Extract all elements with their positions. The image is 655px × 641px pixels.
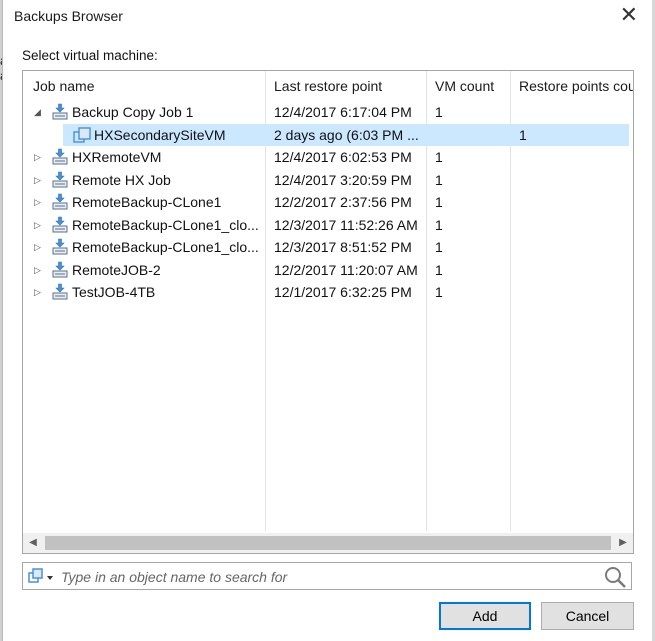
last-restore-point-cell: 12/2/2017 2:37:56 PM	[274, 194, 412, 210]
job-name-cell: RemoteBackup-CLone1_clo...	[72, 216, 259, 233]
job-icon	[51, 238, 69, 256]
vm-count-cell: 1	[435, 194, 443, 210]
expand-toggle-icon[interactable]: ▷	[34, 219, 44, 231]
search-icon[interactable]	[603, 565, 627, 589]
expand-toggle-icon[interactable]: ▷	[34, 196, 44, 208]
job-name-cell: RemoteJOB-2	[72, 261, 161, 278]
grid-header: Job name Last restore point VM count Res…	[23, 71, 633, 101]
last-restore-point-cell: 12/3/2017 11:52:26 AM	[274, 216, 418, 233]
tree-row[interactable]: ▷ TestJOB-4TB 12/1/2017 6:32:25 PM 1	[23, 281, 633, 303]
expand-toggle-icon[interactable]: ▷	[34, 241, 44, 253]
job-icon	[51, 216, 69, 234]
job-name-cell: HXRemoteVM	[72, 149, 162, 165]
tree-row[interactable]: ▷ HXRemoteVM 12/4/2017 6:02:53 PM 1	[23, 146, 633, 168]
tree-row[interactable]: ▷ Remote HX Job 12/4/2017 3:20:59 PM 1	[23, 169, 633, 191]
expand-toggle-icon[interactable]	[56, 129, 66, 141]
expand-toggle-icon[interactable]: ▷	[34, 151, 44, 163]
close-button[interactable]: ✕	[620, 4, 638, 26]
restore-points-count-cell: 1	[519, 126, 527, 143]
vm-count-cell: 1	[435, 104, 443, 120]
last-restore-point-cell: 12/3/2017 8:51:52 PM	[274, 239, 412, 255]
vm-tree-grid[interactable]: Job name Last restore point VM count Res…	[22, 70, 634, 554]
job-icon	[51, 283, 69, 301]
job-name-cell: RemoteBackup-CLone1_clo...	[72, 239, 259, 255]
vm-count-cell: 1	[435, 149, 443, 165]
vm-count-cell: 1	[435, 216, 443, 233]
vm-count-cell	[435, 124, 505, 146]
title-bar: Backups Browser ✕	[3, 0, 652, 34]
expand-toggle-icon[interactable]: ◢	[34, 106, 44, 118]
scrollbar-thumb[interactable]	[45, 536, 611, 550]
job-name-cell: RemoteBackup-CLone1	[72, 194, 222, 210]
vm-icon	[73, 126, 91, 144]
search-box	[22, 562, 632, 590]
job-name-cell: Backup Copy Job 1	[72, 104, 194, 120]
tree-row[interactable]: ▷ RemoteBackup-CLone1_clo... 12/3/2017 11:…	[23, 214, 633, 236]
last-restore-point-cell: 12/1/2017 6:32:25 PM	[274, 284, 412, 300]
tree-row[interactable]: ▷ RemoteBackup-CLone1 12/2/2017 2:37:56 PM…	[23, 191, 633, 213]
last-restore-point-cell: 12/4/2017 6:02:53 PM	[274, 149, 412, 165]
scroll-left-arrow-icon[interactable]: ◀	[23, 533, 43, 553]
job-name-cell: HXSecondarySiteVM	[94, 126, 226, 143]
vm-count-cell: 1	[435, 171, 443, 188]
expand-toggle-icon[interactable]: ▷	[34, 286, 44, 298]
expand-toggle-icon[interactable]: ▷	[34, 174, 44, 186]
column-header-last-restore-point[interactable]: Last restore point	[266, 71, 426, 101]
job-icon	[51, 261, 69, 279]
object-type-selector-icon[interactable]	[27, 567, 55, 587]
restore-points-count-cell	[519, 146, 629, 168]
add-button[interactable]: Add	[439, 602, 531, 630]
search-input[interactable]	[59, 566, 593, 588]
column-header-job-name[interactable]: Job name	[25, 71, 265, 101]
job-name-cell: TestJOB-4TB	[72, 284, 156, 300]
tree-row[interactable]: ▷ RemoteJOB-2 12/2/2017 11:20:07 AM 1	[23, 259, 633, 281]
expand-toggle-icon[interactable]: ▷	[34, 264, 44, 276]
backups-browser-dialog: Backups Browser ✕ Select virtual machine…	[2, 0, 653, 641]
last-restore-point-cell: 12/4/2017 3:20:59 PM	[274, 171, 412, 188]
tree-row[interactable]: HXSecondarySiteVM 2 days ago (6:03 PM ...…	[23, 123, 633, 146]
column-header-restore-points-count[interactable]: Restore points cou	[511, 71, 633, 101]
horizontal-scrollbar[interactable]: ◀ ▶	[23, 533, 633, 553]
tree-row[interactable]: ◢ Backup Copy Job 1 12/4/2017 6:17:04 PM 1	[23, 101, 633, 123]
job-icon	[51, 148, 69, 166]
scroll-right-arrow-icon[interactable]: ▶	[613, 533, 633, 553]
vm-count-cell: 1	[435, 284, 443, 300]
last-restore-point-cell: 2 days ago (6:03 PM ...	[274, 126, 419, 143]
restore-points-count-cell	[519, 281, 629, 303]
column-header-vm-count[interactable]: VM count	[427, 71, 510, 101]
cancel-button[interactable]: Cancel	[541, 602, 634, 630]
dialog-title: Backups Browser	[14, 8, 123, 24]
job-name-cell: Remote HX Job	[72, 171, 171, 188]
job-icon	[51, 193, 69, 211]
vm-count-cell: 1	[435, 239, 443, 255]
restore-points-count-cell	[519, 191, 629, 213]
vm-count-cell: 1	[435, 261, 443, 278]
restore-points-count-cell	[519, 169, 629, 191]
job-icon	[51, 171, 69, 189]
last-restore-point-cell: 12/4/2017 6:17:04 PM	[274, 104, 412, 120]
last-restore-point-cell: 12/2/2017 11:20:07 AM	[274, 261, 418, 278]
restore-points-count-cell	[519, 101, 629, 123]
job-icon	[51, 103, 69, 121]
tree-row[interactable]: ▷ RemoteBackup-CLone1_clo... 12/3/2017 8:5…	[23, 236, 633, 258]
restore-points-count-cell	[519, 214, 629, 236]
select-vm-label: Select virtual machine:	[22, 48, 158, 63]
restore-points-count-cell	[519, 259, 629, 281]
restore-points-count-cell	[519, 236, 629, 258]
